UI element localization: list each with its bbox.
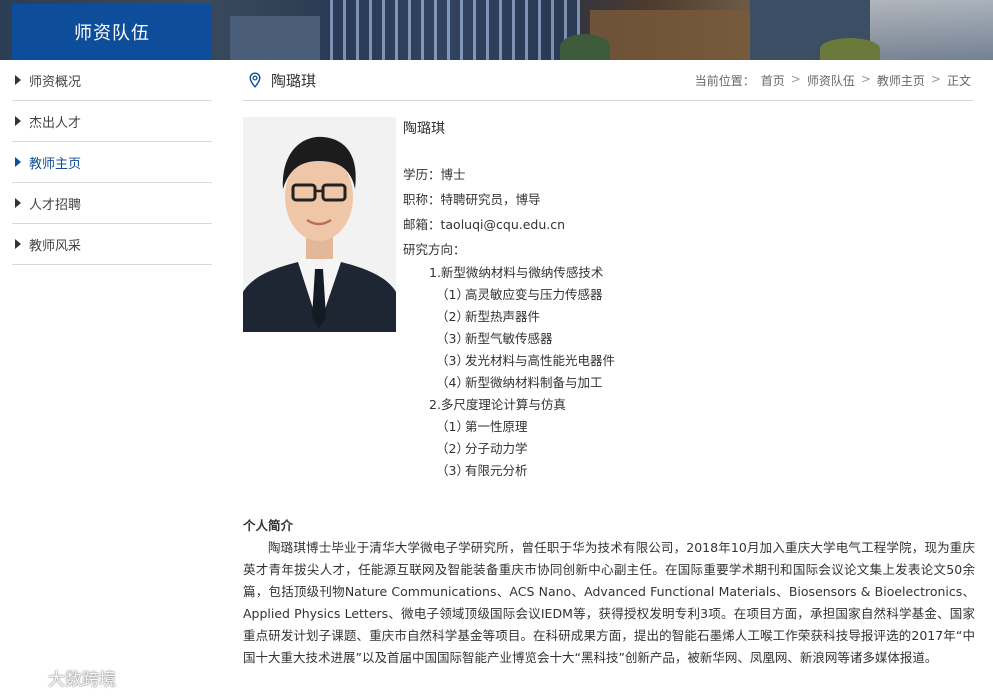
caret-right-icon — [15, 198, 21, 208]
banner-building — [320, 0, 580, 60]
breadcrumb-faculty-link[interactable]: 师资队伍 — [807, 72, 855, 89]
subtopic-text: 有限元分析 — [465, 463, 528, 478]
profile-title: 职称：特聘研究员，博导 — [403, 192, 541, 207]
bio-text: 陶璐琪博士毕业于清华大学微电子学研究所，曾任职于华为技术有限公司，2018年10… — [243, 540, 975, 665]
watermark: 大数跨境 — [10, 665, 116, 690]
watermark-logo-icon — [11, 669, 44, 686]
sidebar-item-label: 教师主页 — [29, 156, 82, 172]
profile-photo — [243, 117, 396, 332]
sidebar-item-label: 教师风采 — [29, 238, 82, 254]
sidebar-item-label: 杰出人才 — [29, 115, 82, 131]
sidebar-nav: 师资概况 杰出人才 教师主页 人才招聘 教师风采 — [12, 60, 212, 265]
breadcrumb-separator: > — [860, 72, 871, 86]
profile-name: 陶璐琪 — [403, 121, 445, 137]
banner-building — [590, 10, 750, 60]
bio-title: 个人简介 — [243, 518, 294, 533]
sidebar-item-teacher-style[interactable]: 教师风采 — [12, 224, 212, 265]
banner-building — [870, 0, 993, 60]
research-label: 研究方向： — [403, 242, 466, 257]
subtopic-number: （3） — [436, 353, 469, 368]
research-topic: 2.多尺度理论计算与仿真 — [429, 397, 566, 412]
research-subtopic: （2）新型热声器件 — [403, 306, 963, 328]
subtopic-text: 新型气敏传感器 — [465, 331, 553, 346]
research-subtopic: （1）高灵敏应变与压力传感器 — [403, 284, 963, 306]
breadcrumb-home-link[interactable]: 首页 — [761, 72, 785, 89]
caret-right-icon — [15, 239, 21, 249]
subtopic-text: 新型热声器件 — [465, 309, 541, 324]
portrait-image — [243, 117, 396, 332]
profile-degree: 学历：博士 — [403, 167, 466, 182]
subtopic-text: 新型微纳材料制备与加工 — [465, 375, 603, 390]
research-subtopic: （2）分子动力学 — [403, 438, 963, 460]
subtopic-number: （3） — [436, 331, 469, 346]
breadcrumb-prefix: 当前位置： — [694, 74, 755, 88]
caret-right-icon — [15, 75, 21, 85]
breadcrumb-separator: > — [790, 72, 801, 86]
sidebar-item-label: 人才招聘 — [29, 197, 82, 213]
research-subtopic: （4）新型微纳材料制备与加工 — [403, 372, 963, 394]
sidebar-item-teacher-homepage[interactable]: 教师主页 — [12, 142, 212, 183]
sidebar-item-recruitment[interactable]: 人才招聘 — [12, 183, 212, 224]
subtopic-text: 发光材料与高性能光电器件 — [465, 353, 616, 368]
section-title: 师资队伍 — [12, 4, 212, 60]
location-pin-icon — [249, 72, 261, 88]
profile-email: 邮箱：taoluqi@cqu.edu.cn — [403, 217, 566, 232]
subtopic-text: 高灵敏应变与压力传感器 — [465, 287, 603, 302]
caret-right-icon — [15, 157, 21, 167]
research-topic: 1.新型微纳材料与微纳传感技术 — [429, 265, 604, 280]
sidebar-item-outstanding-talents[interactable]: 杰出人才 — [12, 101, 212, 142]
research-subtopic: （3）有限元分析 — [403, 460, 963, 482]
breadcrumb-separator: > — [930, 72, 941, 86]
breadcrumb-current: 正文 — [946, 74, 971, 88]
subtopic-text: 第一性原理 — [465, 419, 528, 434]
subtopic-number: （3） — [436, 463, 469, 478]
banner-tree — [560, 34, 610, 60]
subtopic-number: （2） — [436, 309, 469, 324]
research-subtopic: （3）新型气敏传感器 — [403, 328, 963, 350]
banner-building — [230, 16, 320, 60]
subtopic-number: （1） — [436, 419, 469, 434]
subtopic-text: 分子动力学 — [465, 441, 528, 456]
content-header: 陶璐琪 当前位置： 首页 > 师资队伍 > 教师主页 > 正文 — [243, 60, 973, 101]
page-title: 陶璐琪 — [271, 71, 317, 90]
profile-info: 陶璐琪 学历：博士 职称：特聘研究员，博导 邮箱：taoluqi@cqu.edu… — [403, 118, 963, 482]
sidebar-item-overview[interactable]: 师资概况 — [12, 60, 212, 101]
research-subtopic: （3）发光材料与高性能光电器件 — [403, 350, 963, 372]
breadcrumb: 当前位置： 首页 > 师资队伍 > 教师主页 > 正文 — [695, 72, 971, 89]
breadcrumb-teacher-homepage-link[interactable]: 教师主页 — [877, 72, 925, 89]
sidebar-item-label: 师资概况 — [29, 74, 82, 90]
watermark-text: 大数跨境 — [48, 670, 116, 690]
banner-tree — [820, 38, 880, 60]
research-subtopic: （1）第一性原理 — [403, 416, 963, 438]
caret-right-icon — [15, 116, 21, 126]
subtopic-number: （2） — [436, 441, 469, 456]
subtopic-number: （1） — [436, 287, 469, 302]
bio-section: 个人简介 陶璐琪博士毕业于清华大学微电子学研究所，曾任职于华为技术有限公司，20… — [243, 515, 975, 669]
subtopic-number: （4） — [436, 375, 469, 390]
